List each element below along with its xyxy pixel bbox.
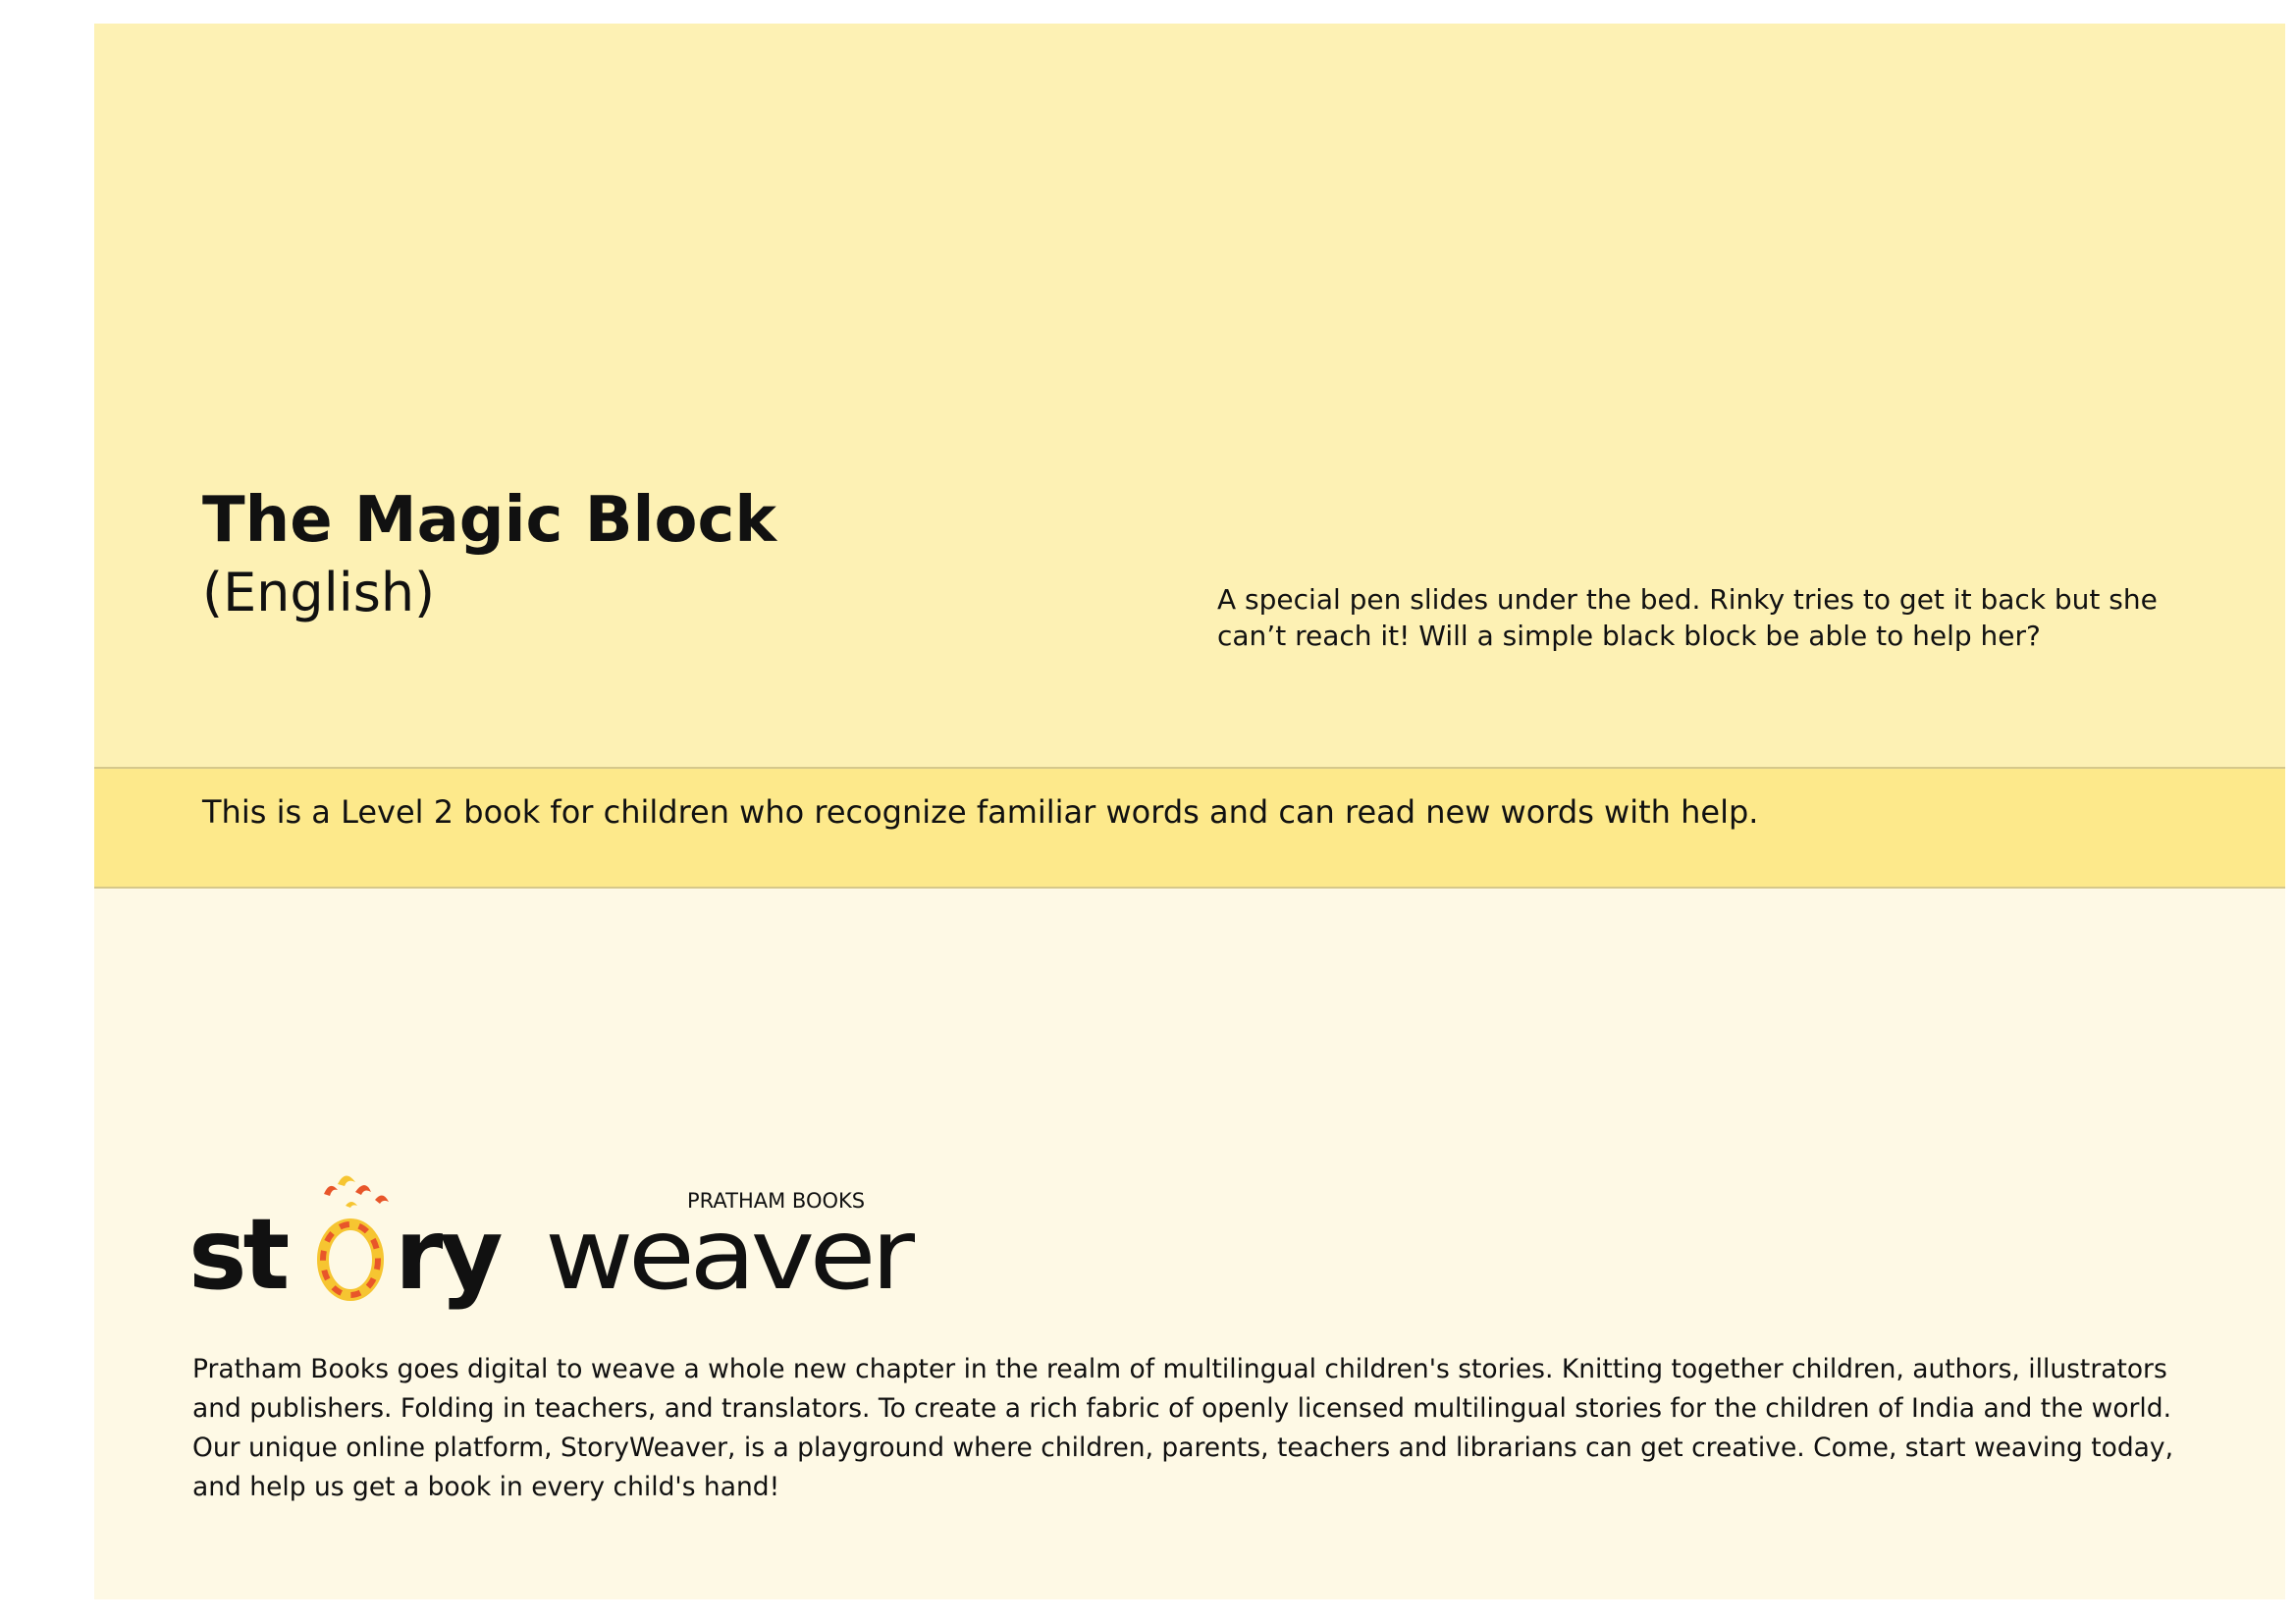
storyweaver-logo: PRATHAM BOOKS st ry weaver [188, 1175, 915, 1312]
logo-wordmark-ry: ry [395, 1197, 502, 1312]
logo-wordmark-st: st [188, 1197, 289, 1312]
reading-level-text: This is a Level 2 book for children who … [202, 793, 1759, 831]
reading-level-band: This is a Level 2 book for children who … [94, 767, 2285, 889]
publisher-panel: PRATHAM BOOKS st ry weaver Pratham Books… [94, 889, 2285, 1599]
publisher-about-text: Pratham Books goes digital to weave a wh… [192, 1354, 2174, 1502]
book-title: The Magic Block [202, 484, 776, 557]
logo-wordmark-weaver: weaver [545, 1197, 915, 1312]
book-back-cover: The Magic Block (English) A special pen … [94, 24, 2285, 1599]
book-language: (English) [202, 562, 436, 623]
title-panel: The Magic Block (English) A special pen … [94, 24, 2285, 767]
book-synopsis: A special pen slides under the bed. Rink… [1217, 583, 2158, 652]
yarn-ring-icon [317, 1175, 389, 1301]
